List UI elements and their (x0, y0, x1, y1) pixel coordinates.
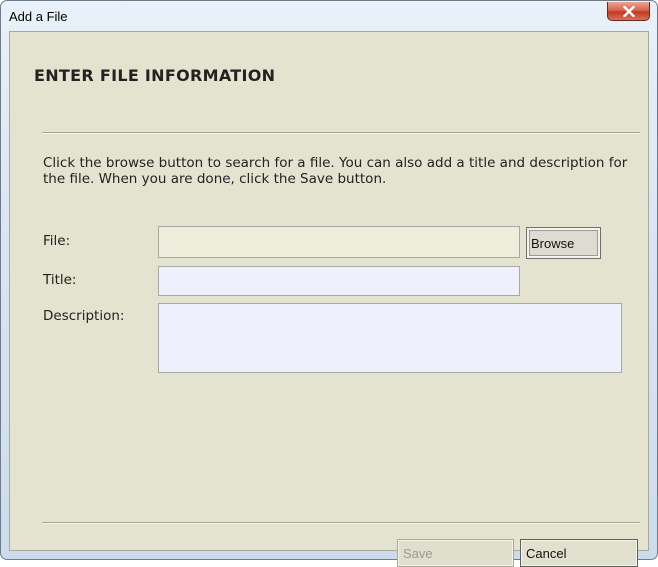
close-button[interactable] (607, 2, 650, 21)
add-file-dialog: Add a File ENTER FILE INFORMATION Click … (0, 0, 658, 567)
window-title: Add a File (9, 9, 68, 24)
close-x-icon (623, 6, 635, 17)
instructions-text: Click the browse button to search for a … (43, 155, 628, 187)
browse-button[interactable]: Browse (526, 227, 601, 259)
file-label: File: (43, 233, 71, 249)
cancel-button[interactable]: Cancel (520, 539, 638, 567)
page-title: ENTER FILE INFORMATION (34, 66, 276, 85)
title-bar[interactable]: Add a File (1, 1, 657, 31)
description-field[interactable] (158, 303, 622, 373)
title-field[interactable] (158, 266, 520, 296)
footer-divider (42, 522, 640, 524)
title-label: Title: (43, 272, 77, 288)
dialog-body: ENTER FILE INFORMATION Click the browse … (9, 31, 649, 567)
description-label: Description: (43, 308, 125, 324)
header-divider (42, 132, 640, 134)
save-button[interactable]: Save (397, 539, 514, 567)
file-path-field[interactable] (158, 226, 520, 258)
